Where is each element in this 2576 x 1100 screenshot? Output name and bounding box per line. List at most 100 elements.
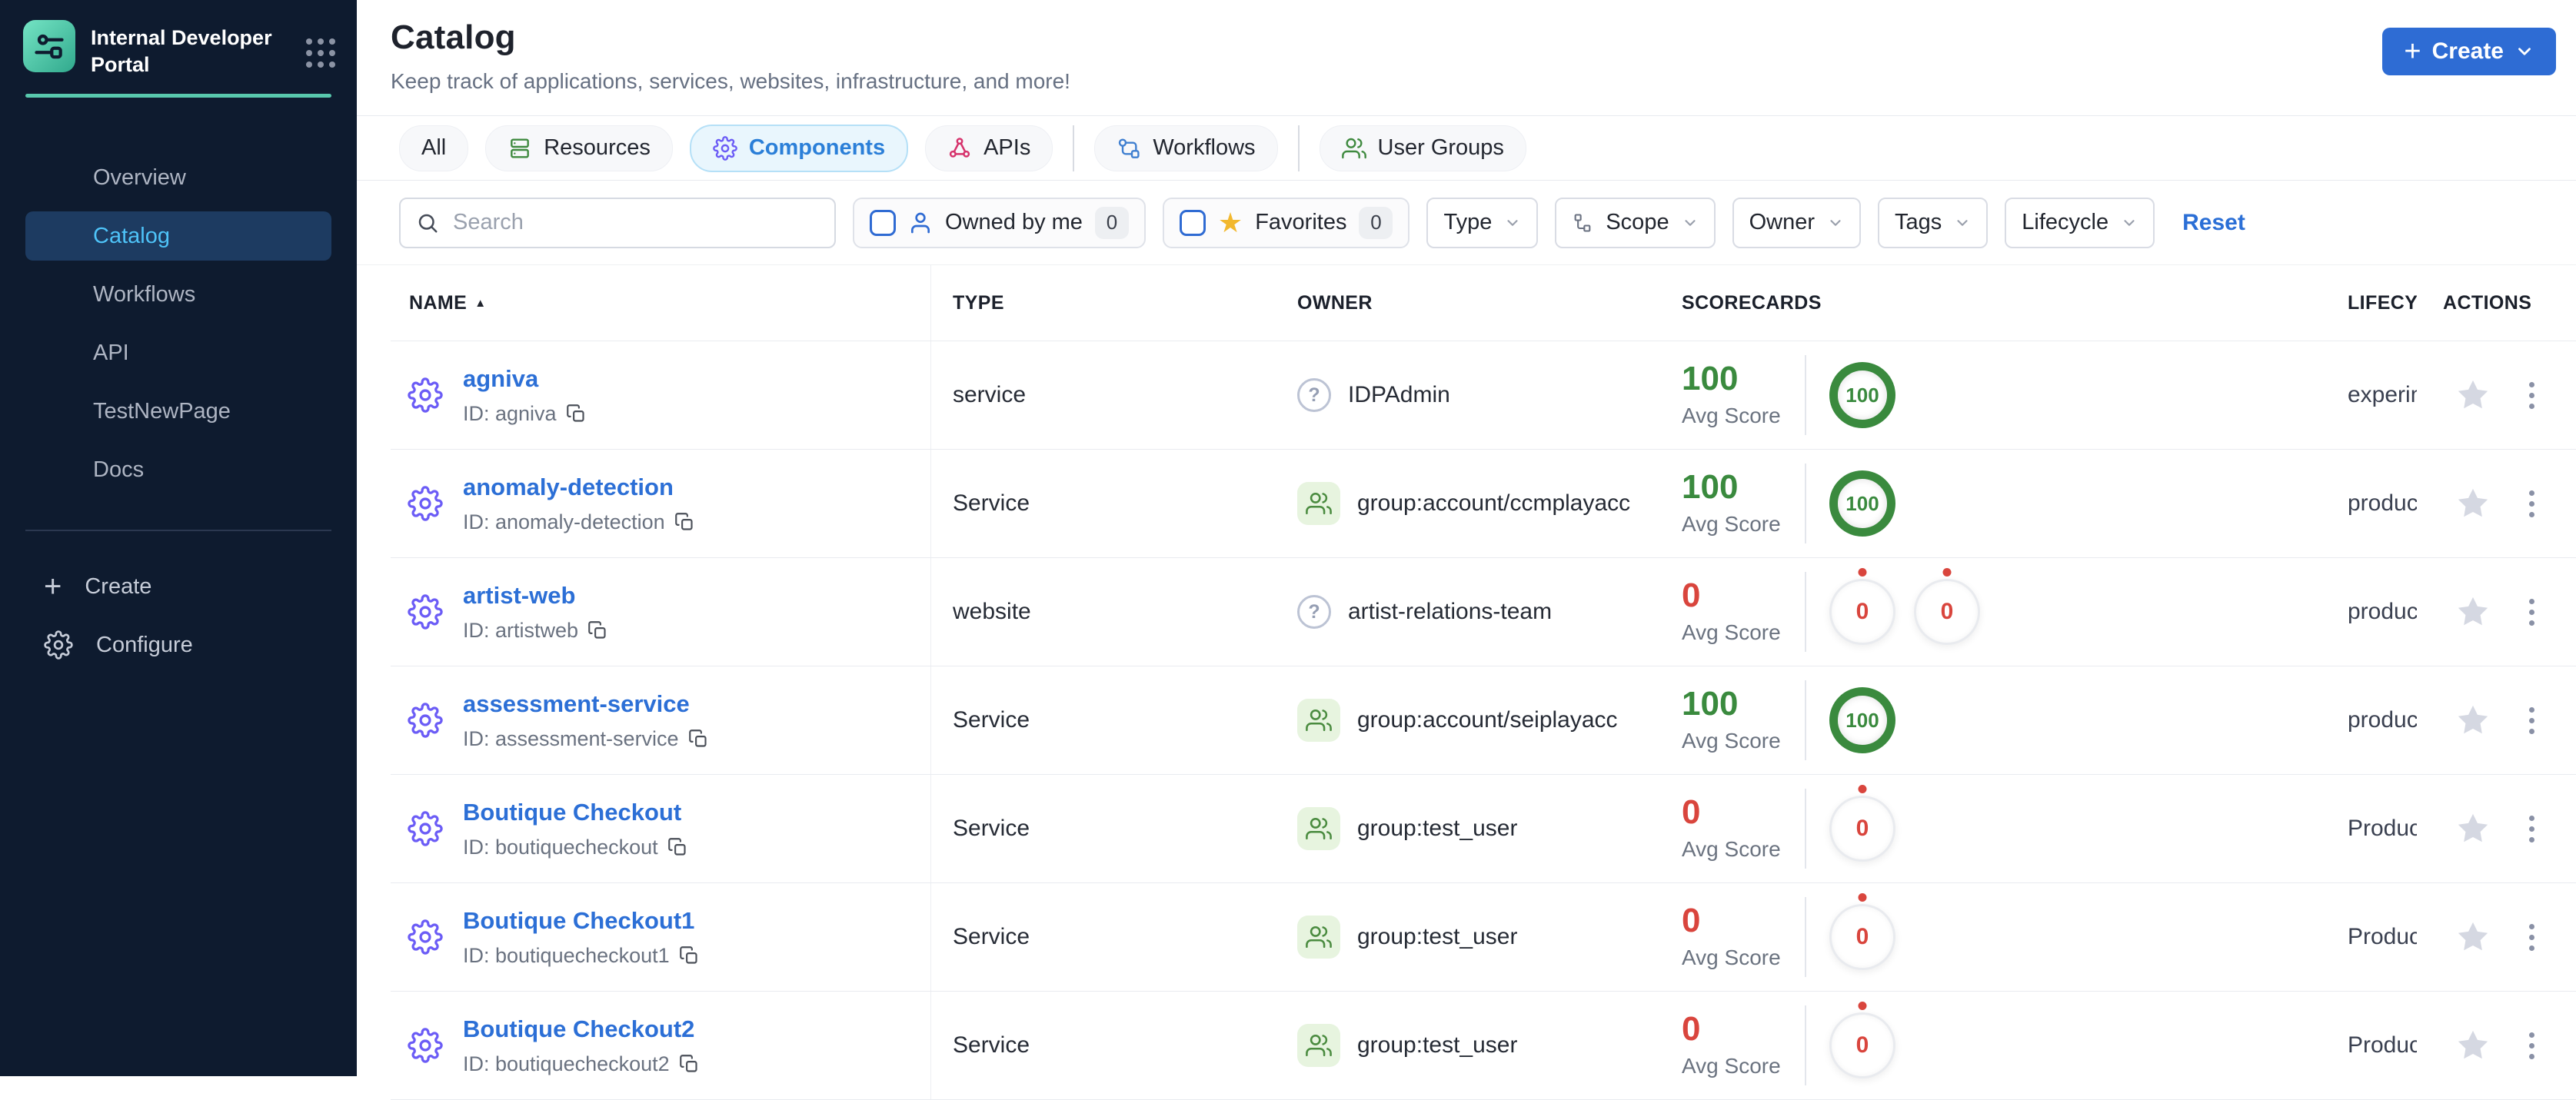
sidebar-item-docs[interactable]: Docs xyxy=(25,445,331,494)
tab-all[interactable]: All xyxy=(399,125,469,171)
column-header-scorecards[interactable]: SCORECARDS xyxy=(1677,292,2348,314)
avg-score-label: Avg Score xyxy=(1682,729,1781,753)
favorite-star-button[interactable] xyxy=(2455,486,2491,521)
avg-score-block: 0 Avg Score xyxy=(1682,579,1794,645)
entity-name-link[interactable]: anomaly-detection xyxy=(463,474,674,500)
copy-id-icon[interactable] xyxy=(566,404,587,424)
scorecards-cell: 100 Avg Score 100 xyxy=(1677,464,2348,543)
tab-workflows[interactable]: Workflows xyxy=(1094,125,1278,171)
lifecycle-dropdown[interactable]: Lifecycle xyxy=(2005,197,2155,248)
entity-name-link[interactable]: artist-web xyxy=(463,582,575,609)
tags-dropdown[interactable]: Tags xyxy=(1878,197,1989,248)
copy-id-icon[interactable] xyxy=(674,512,695,533)
app-logo-icon xyxy=(23,20,75,72)
scorecard-ring: 0 xyxy=(1914,579,1980,645)
scorecard-rings: 0 xyxy=(1829,796,1895,862)
table-row: artist-web ID: artistweb website? artist-re… xyxy=(391,558,2576,666)
lifecycle-cell: Production xyxy=(2348,924,2417,949)
actions-cell xyxy=(2417,341,2576,449)
owner-cell: ? artist-relations-team xyxy=(1286,595,1677,629)
name-wrap: Boutique Checkout2 ID: boutiquecheckout2 xyxy=(463,1015,700,1076)
tab-resources[interactable]: Resources xyxy=(485,125,673,171)
tags-dropdown-label: Tags xyxy=(1895,210,1942,234)
search-input[interactable] xyxy=(451,209,819,236)
brand-title: Internal Developer Portal xyxy=(91,26,272,77)
entity-name-link[interactable]: assessment-service xyxy=(463,690,690,717)
avg-score-label: Avg Score xyxy=(1682,837,1781,861)
row-menu-button[interactable] xyxy=(2524,811,2539,847)
entity-name-link[interactable]: agniva xyxy=(463,365,538,392)
entity-id: ID: assessment-service xyxy=(463,726,679,750)
reset-filters-link[interactable]: Reset xyxy=(2182,210,2245,236)
scorecards-cell: 0 Avg Score 0 xyxy=(1677,1005,2348,1085)
owner-cell: group:account/seiplayacc xyxy=(1286,699,1677,742)
owner-cell: group:test_user xyxy=(1286,916,1677,959)
row-menu-button[interactable] xyxy=(2524,594,2539,630)
tab-user-groups[interactable]: User Groups xyxy=(1319,125,1526,171)
row-menu-button[interactable] xyxy=(2524,377,2539,414)
favorite-star-button[interactable] xyxy=(2455,377,2491,413)
owner-unknown-icon: ? xyxy=(1297,595,1331,629)
row-menu-button[interactable] xyxy=(2524,703,2539,739)
tab-components[interactable]: Components xyxy=(689,124,909,172)
owned-by-me-checkbox[interactable] xyxy=(870,209,896,236)
sidebar-item-testnewpage[interactable]: TestNewPage xyxy=(25,387,331,436)
avg-score-block: 100 Avg Score xyxy=(1682,687,1794,753)
favorite-star-button[interactable] xyxy=(2455,1028,2491,1063)
tab-apis[interactable]: APIs xyxy=(925,125,1053,171)
sidebar-configure-button[interactable]: Configure xyxy=(0,616,357,674)
owner-cell: ? IDPAdmin xyxy=(1286,378,1677,412)
sidebar-item-api[interactable]: API xyxy=(25,328,331,377)
favorite-star-button[interactable] xyxy=(2455,811,2491,846)
row-menu-button[interactable] xyxy=(2524,919,2539,955)
favorites-filter[interactable]: ★ Favorites 0 xyxy=(1162,197,1410,248)
row-menu-button[interactable] xyxy=(2524,1028,2539,1064)
entity-name-link[interactable]: Boutique Checkout xyxy=(463,799,681,826)
column-header-lifecycle[interactable]: LIFECYCLE xyxy=(2348,292,2417,314)
copy-id-icon[interactable] xyxy=(679,945,700,966)
favorites-checkbox[interactable] xyxy=(1179,209,1206,236)
entity-name-link[interactable]: Boutique Checkout2 xyxy=(463,1015,694,1042)
copy-id-icon[interactable] xyxy=(587,620,608,641)
type-cell: Service xyxy=(953,924,1030,949)
score-divider xyxy=(1805,680,1806,760)
sidebar-create-button[interactable]: + Create xyxy=(0,557,357,616)
table-body: agniva ID: agniva service? IDPAdmin 100 Avg S… xyxy=(357,341,2576,1100)
column-header-type[interactable]: TYPE xyxy=(931,292,1286,314)
sidebar-create-label: Create xyxy=(85,573,152,599)
entity-name-link[interactable]: Boutique Checkout1 xyxy=(463,907,694,934)
copy-id-icon[interactable] xyxy=(679,1054,700,1075)
favorites-label: Favorites xyxy=(1255,210,1347,234)
entity-id: ID: anomaly-detection xyxy=(463,510,665,533)
owner-dropdown[interactable]: Owner xyxy=(1732,197,1861,248)
owned-by-me-filter[interactable]: Owned by me 0 xyxy=(853,197,1146,248)
lifecycle-cell: experimental xyxy=(2348,382,2417,407)
favorite-star-button[interactable] xyxy=(2455,594,2491,630)
copy-id-icon[interactable] xyxy=(667,837,688,858)
avg-score-value: 100 xyxy=(1682,360,1739,397)
owner-label: group:test_user xyxy=(1357,816,1518,841)
entity-id-row: ID: anomaly-detection xyxy=(463,510,695,534)
scope-dropdown[interactable]: Scope xyxy=(1555,197,1716,248)
favorite-star-button[interactable] xyxy=(2455,919,2491,955)
column-header-owner[interactable]: OWNER xyxy=(1286,292,1677,314)
sidebar-item-overview[interactable]: Overview xyxy=(25,153,331,202)
scorecard-ring: 0 xyxy=(1829,796,1895,862)
column-header-name[interactable]: NAME ▲ xyxy=(391,265,931,341)
tab-components-label: Components xyxy=(748,135,886,160)
app-switcher-grid-icon[interactable] xyxy=(306,20,335,68)
tab-user-groups-label: User Groups xyxy=(1377,135,1504,160)
row-menu-button[interactable] xyxy=(2524,486,2539,522)
favorite-star-button[interactable] xyxy=(2455,703,2491,738)
name-cell: agniva ID: agniva xyxy=(391,341,931,449)
create-button[interactable]: + Create xyxy=(2382,28,2556,75)
type-dropdown[interactable]: Type xyxy=(1426,197,1539,248)
scorecard-rings: 0 xyxy=(1829,904,1895,970)
scorecards-cell: 0 Avg Score 0 0 xyxy=(1677,572,2348,652)
table-row: Boutique Checkout ID: boutiquecheckout Ser… xyxy=(391,775,2576,883)
lifecycle-cell: production xyxy=(2348,599,2417,624)
sidebar-item-catalog[interactable]: Catalog xyxy=(25,211,331,261)
copy-id-icon[interactable] xyxy=(688,729,709,749)
score-divider xyxy=(1805,897,1806,977)
sidebar-item-workflows[interactable]: Workflows xyxy=(25,270,331,319)
